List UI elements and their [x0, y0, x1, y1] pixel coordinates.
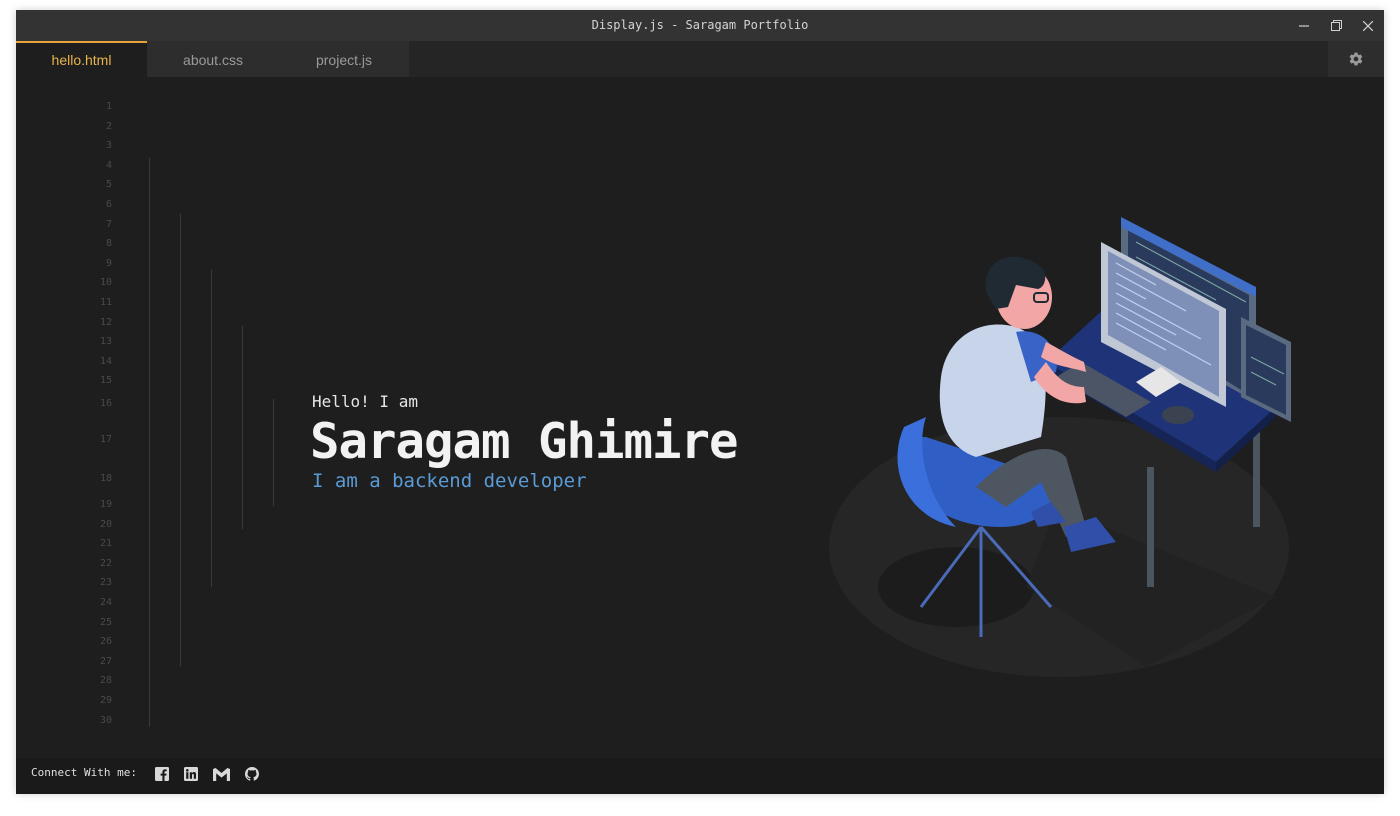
line-number: 1: [105, 101, 112, 112]
indent-guide: [180, 214, 181, 666]
app-window: Display.js - Saragam Portfolio hello.htm…: [16, 10, 1384, 794]
editor-area[interactable]: 1 2 3 4 5 6 7 8 9 10 11 12 13 14 15 16 17 18 19 20 21 22 23 24 2…: [16, 77, 1384, 754]
line-number: 21: [99, 538, 112, 550]
line-number: 30: [99, 714, 112, 726]
linkedin-link[interactable]: [183, 766, 199, 782]
github-link[interactable]: [244, 766, 260, 782]
line-number: 15: [99, 375, 112, 387]
close-icon: [1363, 20, 1373, 31]
line-number: 27: [99, 655, 112, 667]
line-number: 23: [99, 577, 112, 589]
line-number: 29: [99, 695, 112, 706]
minimize-button[interactable]: [1288, 10, 1320, 41]
line-number: 26: [99, 636, 112, 648]
gmail-icon: [212, 767, 230, 781]
line-number: 24: [99, 597, 112, 608]
tab-bar: hello.html about.css project.js: [16, 41, 1384, 77]
developer-illustration: [829, 217, 1291, 677]
computer-mouse: [1162, 406, 1194, 424]
desk-leg: [1147, 467, 1154, 587]
restore-button[interactable]: [1320, 10, 1352, 41]
minimize-icon: [1299, 24, 1309, 27]
line-number: 6: [105, 199, 112, 210]
line-number: 10: [99, 277, 112, 289]
line-number: 25: [99, 616, 112, 628]
line-number: 22: [99, 557, 112, 569]
facebook-icon: [155, 767, 169, 781]
desk-leg: [1253, 422, 1260, 527]
developer-name: Saragam Ghimire: [310, 413, 739, 470]
facebook-link[interactable]: [154, 766, 170, 782]
linkedin-icon: [184, 767, 198, 781]
close-button[interactable]: [1352, 10, 1384, 41]
line-number: 5: [105, 179, 112, 191]
indent-guide: [149, 158, 150, 727]
line-number: 19: [99, 499, 112, 510]
line-number: 20: [99, 518, 112, 530]
line-number: 28: [99, 675, 112, 687]
line-number: 8: [105, 238, 112, 250]
title-bar: Display.js - Saragam Portfolio: [16, 10, 1384, 41]
settings-button[interactable]: [1328, 41, 1384, 77]
line-number: 4: [105, 159, 112, 171]
line-number: 17: [99, 434, 112, 445]
line-number: 18: [99, 473, 112, 484]
restore-icon: [1330, 20, 1342, 31]
github-icon: [245, 767, 259, 781]
tab-about-css[interactable]: about.css: [147, 41, 279, 77]
gear-icon: [1349, 52, 1363, 66]
line-number: 2: [105, 120, 112, 132]
indent-guide: [273, 399, 274, 506]
line-number: 9: [105, 257, 112, 269]
line-number: 3: [105, 140, 112, 152]
indent-guide: [211, 270, 212, 587]
line-number: 12: [99, 316, 112, 328]
tab-project-js[interactable]: project.js: [279, 41, 409, 77]
line-number: 16: [99, 398, 112, 409]
gmail-link[interactable]: [212, 766, 230, 782]
status-bar: Connect With me:: [16, 758, 1384, 794]
window-title: Display.js - Saragam Portfolio: [591, 18, 809, 32]
line-number: 7: [105, 218, 112, 230]
role-text: I am a backend developer: [312, 470, 587, 492]
greeting-text: Hello! I am: [312, 392, 418, 411]
line-number: 13: [99, 336, 112, 348]
indent-guide: [242, 326, 243, 529]
tab-hello-html[interactable]: hello.html: [16, 41, 147, 77]
line-number: 11: [99, 297, 112, 308]
connect-label: Connect With me:: [31, 766, 137, 779]
line-number: 14: [99, 355, 112, 367]
